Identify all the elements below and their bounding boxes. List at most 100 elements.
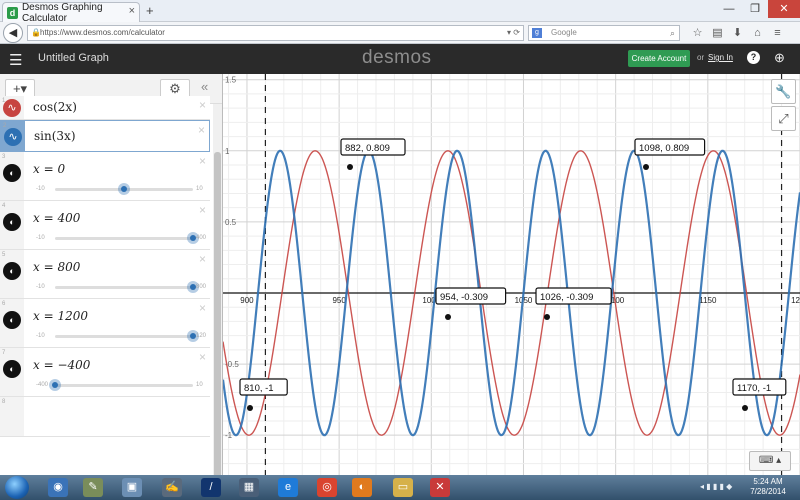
expression-input[interactable]: x = 1200 bbox=[33, 309, 88, 323]
slider-animate-icon[interactable]: ◐ bbox=[3, 213, 21, 231]
home-icon[interactable]: ⌂ bbox=[750, 25, 765, 41]
signature-app-icon[interactable]: ✍ bbox=[162, 478, 182, 497]
point-label: 1098, 0.809 bbox=[639, 143, 689, 154]
slider-min[interactable]: -10 bbox=[36, 235, 45, 241]
tab-close-icon[interactable]: × bbox=[129, 5, 135, 17]
google-icon: g bbox=[532, 28, 542, 38]
globe-icon[interactable]: ⊕ bbox=[774, 50, 785, 66]
slider-thumb[interactable] bbox=[118, 183, 130, 195]
slider-track[interactable] bbox=[55, 183, 193, 195]
expression-input[interactable]: x = 0 bbox=[33, 162, 65, 176]
expression-item[interactable]: 5 ◐ x = 800 × -10 800 bbox=[0, 250, 210, 299]
browser-tab[interactable]: d Desmos Graphing Calculator × bbox=[2, 2, 140, 24]
window-close-icon[interactable]: ✕ bbox=[768, 0, 800, 18]
delete-expression-icon[interactable]: × bbox=[198, 123, 205, 137]
graph-style-icon[interactable]: ∿ bbox=[4, 128, 22, 146]
y-tick-label: 1 bbox=[225, 147, 230, 156]
expression-input[interactable]: x = −400 bbox=[33, 358, 90, 372]
delete-expression-icon[interactable]: × bbox=[199, 154, 206, 168]
slider-max[interactable]: 10 bbox=[196, 382, 203, 388]
new-tab-button[interactable]: + bbox=[146, 3, 154, 18]
keyboard-toggle-button[interactable]: ⌨ ▴ bbox=[749, 451, 791, 471]
desmos-logo: desmos bbox=[362, 47, 432, 68]
expression-input[interactable]: sin(3x) bbox=[34, 129, 76, 143]
delete-expression-icon[interactable]: × bbox=[199, 252, 206, 266]
start-button[interactable] bbox=[5, 476, 29, 499]
folder-icon[interactable]: ▭ bbox=[393, 478, 413, 497]
graph-paper[interactable]: 900950100010501100115012001.510.5-0.5-18… bbox=[223, 74, 800, 475]
windows-taskbar: ◉ ✎ ▣ ✍ / ▦ e ◎ ◐ ▭ ✕ ◂ ▮ ▮ ▮ ◆ 5:24 AM … bbox=[0, 475, 800, 500]
scrollbar-thumb[interactable] bbox=[214, 152, 221, 482]
fullscreen-icon[interactable]: ⤢ bbox=[771, 106, 796, 131]
search-icon[interactable]: ⌕ bbox=[670, 26, 675, 40]
system-tray-icons[interactable]: ◂ ▮ ▮ ▮ ◆ bbox=[700, 482, 732, 491]
slider-track[interactable] bbox=[49, 379, 193, 391]
slider-max[interactable]: 800 bbox=[196, 284, 206, 290]
slider-animate-icon[interactable]: ◐ bbox=[3, 311, 21, 329]
media-player-icon[interactable]: ◉ bbox=[48, 478, 68, 497]
address-bar[interactable]: 🔒 https://www.desmos.com/calculator ▾ ⟳ bbox=[27, 25, 524, 41]
expression-item[interactable]: 4 ◐ x = 400 × -10 400 bbox=[0, 201, 210, 250]
clock[interactable]: 5:24 AM 7/28/2014 bbox=[748, 477, 788, 497]
delete-expression-icon[interactable]: × bbox=[199, 350, 206, 364]
expression-input[interactable]: cos(2x) bbox=[33, 100, 77, 114]
expression-input[interactable]: x = 400 bbox=[33, 211, 80, 225]
minimize-icon[interactable]: — bbox=[716, 0, 742, 18]
slider-min[interactable]: -10 bbox=[36, 284, 45, 290]
delete-expression-icon[interactable]: × bbox=[199, 98, 206, 112]
help-icon[interactable]: ? bbox=[747, 51, 760, 64]
expression-item[interactable]: 1 ∿ cos(2x) × bbox=[0, 96, 210, 120]
slider-max[interactable]: 120 bbox=[196, 333, 206, 339]
slider-min[interactable]: -10 bbox=[36, 186, 45, 192]
graph-style-icon[interactable]: ∿ bbox=[3, 99, 21, 117]
menu-icon[interactable]: ≡ bbox=[770, 25, 785, 41]
maximize-icon[interactable]: ❐ bbox=[742, 0, 768, 18]
search-box[interactable]: g Google ⌕ bbox=[528, 25, 680, 41]
back-button[interactable]: ◀ bbox=[3, 23, 23, 43]
document-icon[interactable]: ▣ bbox=[122, 478, 142, 497]
download-icon[interactable]: ⬇ bbox=[730, 25, 745, 41]
slider-max[interactable]: 400 bbox=[196, 235, 206, 241]
search-placeholder: Google bbox=[551, 28, 577, 37]
firefox-icon[interactable]: ◐ bbox=[352, 478, 372, 497]
sign-in-link[interactable]: Sign In bbox=[708, 53, 733, 62]
clock-date: 7/28/2014 bbox=[750, 487, 786, 496]
chrome-icon[interactable]: ◎ bbox=[317, 478, 337, 497]
slider-animate-icon[interactable]: ◐ bbox=[3, 164, 21, 182]
slider-max[interactable]: 10 bbox=[196, 186, 203, 192]
bookmark-star-icon[interactable]: ☆ bbox=[690, 25, 705, 41]
create-account-button[interactable]: Create Account bbox=[628, 50, 690, 67]
expression-item[interactable]: 7 ◐ x = −400 × -400 10 bbox=[0, 348, 210, 397]
expression-scrollbar[interactable] bbox=[213, 104, 222, 482]
internet-explorer-icon[interactable]: e bbox=[278, 478, 298, 497]
slider-track[interactable] bbox=[55, 232, 199, 244]
reload-icon[interactable]: ▾ ⟳ bbox=[507, 26, 520, 40]
stylus-app-icon[interactable]: / bbox=[201, 478, 221, 497]
collapse-panel-icon[interactable]: « bbox=[201, 79, 208, 94]
slider-min[interactable]: -400 bbox=[36, 382, 48, 388]
bookmarks-list-icon[interactable]: ▤ bbox=[710, 25, 725, 41]
slider-thumb[interactable] bbox=[49, 379, 61, 391]
slider-animate-icon[interactable]: ◐ bbox=[3, 360, 21, 378]
graph-canvas[interactable]: 900950100010501100115012001.510.5-0.5-18… bbox=[223, 74, 800, 475]
expression-item[interactable]: 2 ∿ sin(3x) × bbox=[0, 120, 210, 152]
graph-title[interactable]: Untitled Graph bbox=[38, 52, 109, 64]
gallery-icon[interactable]: ▦ bbox=[239, 478, 259, 497]
expression-item[interactable]: 3 ◐ x = 0 × -10 10 bbox=[0, 152, 210, 201]
expression-input[interactable]: x = 800 bbox=[33, 260, 80, 274]
hamburger-menu-icon[interactable]: ☰ bbox=[9, 51, 22, 69]
slider-track[interactable] bbox=[55, 281, 199, 293]
expression-item[interactable]: 8 bbox=[0, 397, 210, 437]
slider-track[interactable] bbox=[55, 330, 199, 342]
wrench-icon[interactable]: 🔧 bbox=[771, 79, 796, 104]
x-tick-label: 950 bbox=[332, 296, 346, 305]
expression-index: 7 bbox=[2, 350, 6, 356]
app-icon[interactable]: ✕ bbox=[430, 478, 450, 497]
delete-expression-icon[interactable]: × bbox=[199, 301, 206, 315]
delete-expression-icon[interactable]: × bbox=[199, 203, 206, 217]
slider-animate-icon[interactable]: ◐ bbox=[3, 262, 21, 280]
app-header: ☰ Untitled Graph desmos Create Account o… bbox=[0, 44, 800, 74]
expression-item[interactable]: 6 ◐ x = 1200 × -10 120 bbox=[0, 299, 210, 348]
paint-icon[interactable]: ✎ bbox=[83, 478, 103, 497]
slider-min[interactable]: -10 bbox=[36, 333, 45, 339]
